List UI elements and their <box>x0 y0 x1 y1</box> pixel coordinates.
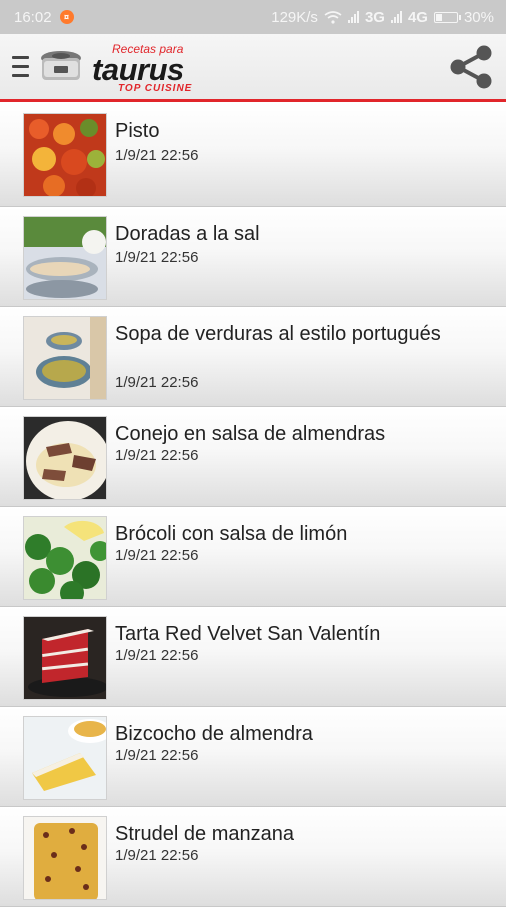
doradas-thumbnail <box>23 216 107 300</box>
pisto-thumbnail <box>23 113 107 197</box>
network-speed: 129K/s <box>271 8 318 26</box>
signal-icon-1 <box>347 11 359 23</box>
cooker-icon <box>41 51 81 80</box>
recipe-date: 1/9/21 22:56 <box>115 147 199 164</box>
menu-icon[interactable] <box>12 56 29 78</box>
sopa-thumbnail <box>23 316 107 400</box>
recipe-title: Brócoli con salsa de limón <box>115 523 348 545</box>
recipe-date: 1/9/21 22:56 <box>115 847 199 864</box>
tarta-thumbnail <box>23 616 107 700</box>
recipe-date: 1/9/21 22:56 <box>115 249 199 266</box>
recipe-title: Strudel de manzana <box>115 823 295 845</box>
list-item[interactable]: Doradas a la sal 1/9/21 22:56 <box>0 207 506 307</box>
network-type-2: 4G <box>407 8 428 26</box>
list-item[interactable]: Brócoli con salsa de limón 1/9/21 22:56 <box>0 507 506 607</box>
recipe-title: Doradas a la sal <box>115 223 260 245</box>
list-item[interactable]: Pisto 1/9/21 22:56 <box>0 102 506 207</box>
recipe-date: 1/9/21 22:56 <box>115 747 199 764</box>
share-icon[interactable] <box>446 42 496 92</box>
recipe-title: Tarta Red Velvet San Valentín <box>115 623 381 645</box>
recipe-date: 1/9/21 22:56 <box>115 647 199 664</box>
battery-icon <box>433 11 461 23</box>
recipe-title: Conejo en salsa de almendras <box>115 423 386 445</box>
app-bar: Recetas para taurus TOP CUISINE <box>0 34 506 102</box>
conejo-thumbnail <box>23 416 107 500</box>
recipe-date: 1/9/21 22:56 <box>115 447 199 464</box>
list-item[interactable]: Conejo en salsa de almendras 1/9/21 22:5… <box>0 407 506 507</box>
list-item[interactable]: Sopa de verduras al estilo portugués 1/9… <box>0 307 506 407</box>
bizcocho-thumbnail <box>23 716 107 800</box>
status-indicators: 129K/s 3G 4G 30% <box>271 9 494 26</box>
wifi-icon <box>324 10 342 24</box>
list-item[interactable]: Bizcocho de almendra 1/9/21 22:56 <box>0 707 506 807</box>
brocoli-thumbnail <box>23 516 107 600</box>
list-item[interactable]: Tarta Red Velvet San Valentín 1/9/21 22:… <box>0 607 506 707</box>
status-bar: 16:02 ¤ 129K/s 3G 4G 30% <box>0 0 506 34</box>
logo-sub-text: TOP CUISINE <box>118 83 193 94</box>
recipe-title: Sopa de verduras al estilo portugués <box>115 323 441 345</box>
recipe-date: 1/9/21 22:56 <box>115 547 199 564</box>
signal-icon-2 <box>390 11 402 23</box>
recipe-title: Bizcocho de almendra <box>115 723 313 745</box>
network-type-1: 3G <box>364 8 385 26</box>
recipe-list: Pisto 1/9/21 22:56 Doradas a la sal 1/9/… <box>0 102 506 907</box>
status-time: 16:02 <box>14 8 52 26</box>
recipe-title: Pisto <box>115 120 160 142</box>
list-item[interactable]: Strudel de manzana 1/9/21 22:56 <box>0 807 506 907</box>
notification-icon: ¤ <box>59 10 74 24</box>
app-logo: Recetas para taurus TOP CUISINE <box>38 42 228 94</box>
battery-level: 30% <box>463 8 494 26</box>
strudel-thumbnail <box>23 816 107 900</box>
recipe-date: 1/9/21 22:56 <box>115 374 199 391</box>
